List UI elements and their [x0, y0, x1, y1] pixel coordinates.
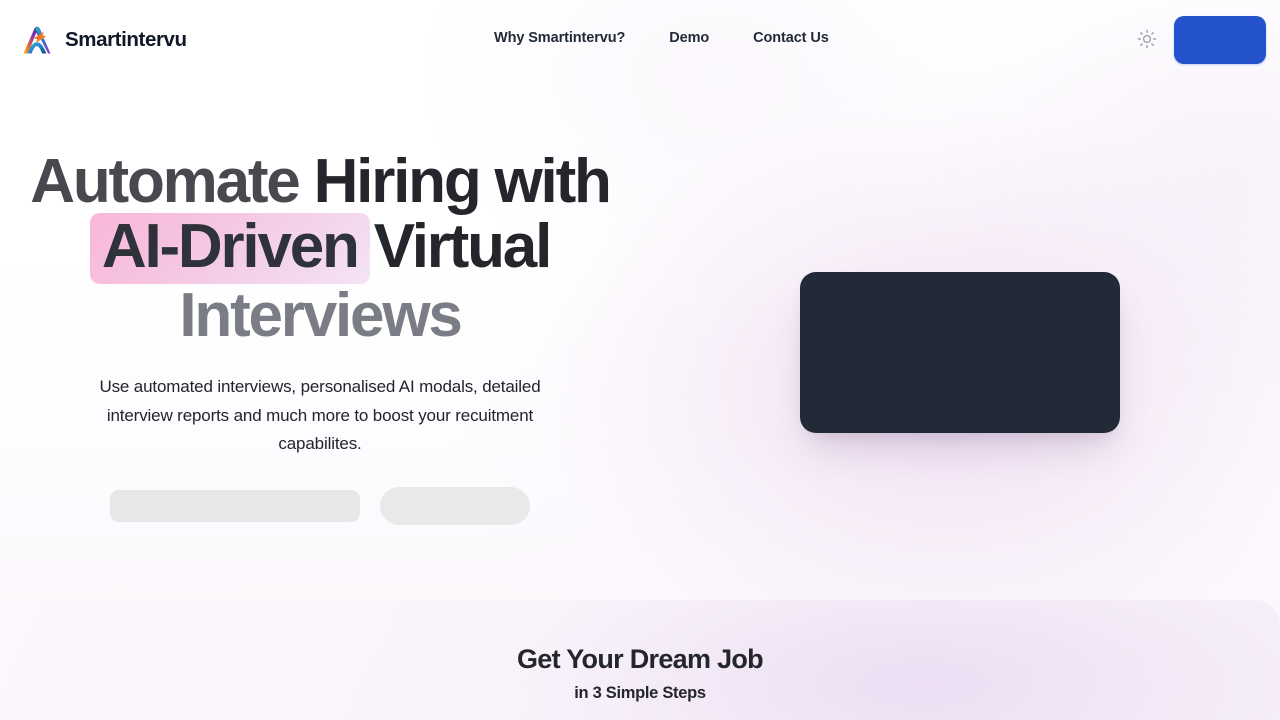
headline-line-2: AI-Driven Virtual: [0, 213, 640, 284]
hero-section: Automate Hiring with AI-Driven Virtual In…: [0, 80, 1280, 600]
site-header: Smartintervu Why Smartintervu? Demo Cont…: [0, 0, 1280, 80]
brand-name: Smartintervu: [65, 28, 187, 51]
brand-logo-link[interactable]: Smartintervu: [18, 21, 187, 59]
hero-copy: Automate Hiring with AI-Driven Virtual In…: [0, 150, 640, 525]
header-actions: [1132, 16, 1266, 64]
headline-word-virtual: Virtual: [373, 212, 553, 281]
steps-title: Get Your Dream Job: [517, 644, 764, 674]
theme-toggle-button[interactable]: [1132, 25, 1162, 55]
steps-section: Get Your Dream Job in 3 Simple Steps: [0, 600, 1280, 720]
smartintervu-logo-icon: [18, 21, 56, 59]
hero-action-buttons: [0, 486, 640, 525]
headline-highlight-ai-driven: AI-Driven: [89, 213, 370, 284]
hero-secondary-button[interactable]: [380, 486, 530, 525]
hero-video-card[interactable]: [800, 272, 1120, 433]
primary-navigation: Why Smartintervu? Demo Contact Us: [494, 30, 829, 46]
landing-page: Smartintervu Why Smartintervu? Demo Cont…: [0, 0, 1280, 720]
headline-line-1: Automate Hiring with: [0, 150, 640, 213]
nav-link-why-smartintervu[interactable]: Why Smartintervu?: [494, 30, 625, 46]
nav-link-contact-us[interactable]: Contact Us: [753, 30, 829, 46]
sun-icon: [1137, 29, 1157, 52]
page-title: Automate Hiring with AI-Driven Virtual In…: [0, 150, 640, 347]
steps-subtitle: in 3 Simple Steps: [574, 684, 706, 702]
headline-word-interviews: Interviews: [179, 281, 462, 350]
hero-primary-button[interactable]: [110, 489, 360, 522]
headline-word-automate: Automate: [30, 147, 314, 216]
nav-link-demo[interactable]: Demo: [669, 30, 709, 46]
header-cta-button[interactable]: [1174, 16, 1266, 64]
hero-subheadline: Use automated interviews, personalised A…: [99, 377, 541, 453]
headline-text-hiring-with: Hiring with: [313, 147, 612, 216]
